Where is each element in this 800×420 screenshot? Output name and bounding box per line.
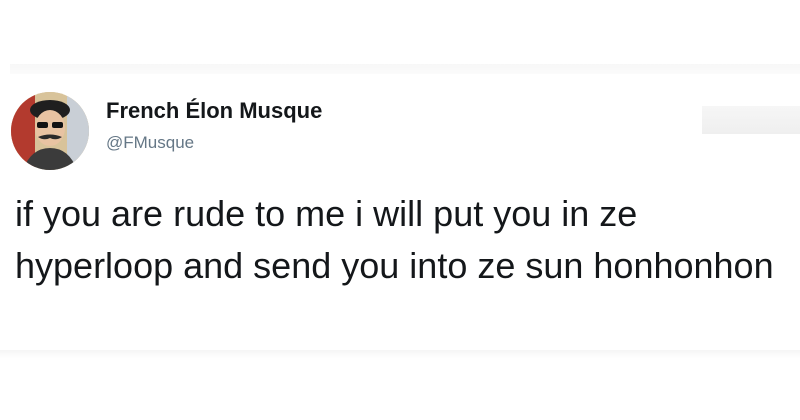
top-divider — [10, 64, 800, 74]
background-artifact — [702, 106, 800, 134]
author-handle[interactable]: @FMusque — [106, 133, 194, 153]
avatar[interactable] — [11, 92, 89, 170]
author-display-name[interactable]: French Élon Musque — [106, 98, 322, 124]
tweet-text: if you are rude to me i will put you in … — [15, 193, 774, 286]
tweet-screenshot: French Élon Musque @FMusque if you are r… — [0, 0, 800, 420]
profile-photo-icon — [11, 92, 89, 170]
bottom-divider — [0, 350, 800, 358]
